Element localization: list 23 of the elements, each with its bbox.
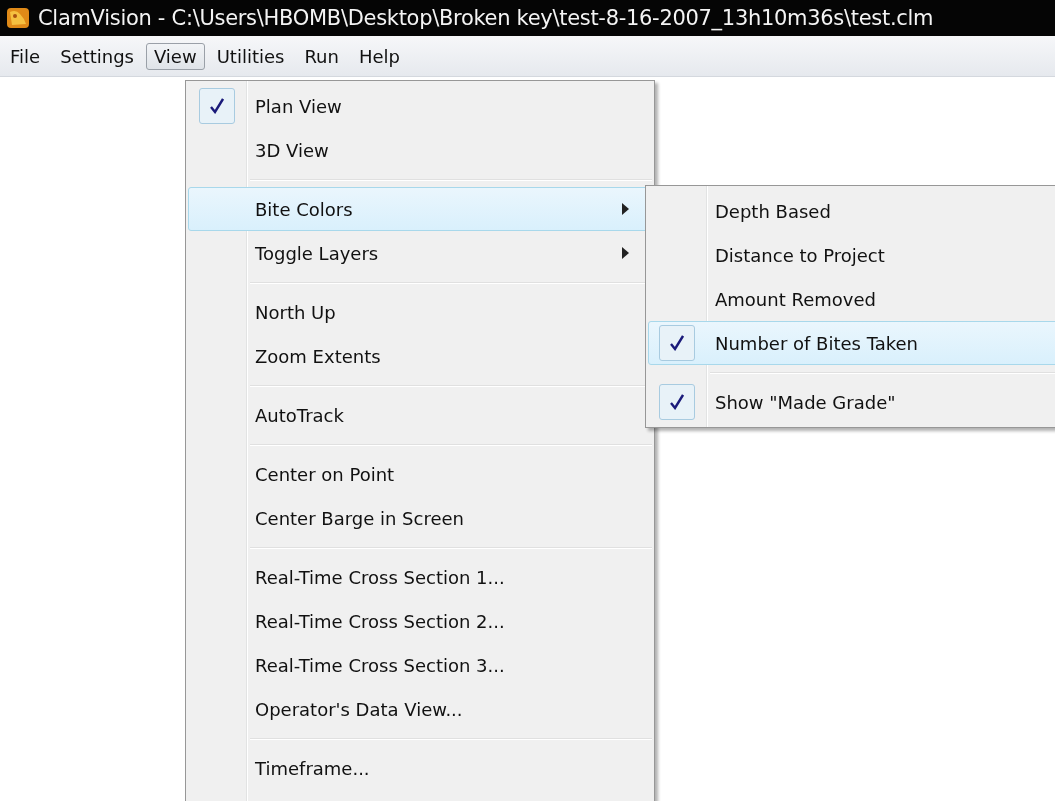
app-icon	[6, 6, 30, 30]
menu-bar-item[interactable]: File	[2, 42, 49, 70]
menu-item[interactable]: Show "Made Grade"	[648, 380, 1055, 424]
checkmark-icon	[210, 98, 224, 114]
menu-item[interactable]: Amount Removed	[648, 277, 1055, 321]
menu-item[interactable]: 3D View	[188, 128, 652, 172]
window-title: ClamVision - C:\Users\HBOMB\Desktop\Broken key\test-8-16-2007_13h10m36s\test.clm	[38, 6, 934, 30]
menu-item[interactable]: Center Barge in Screen	[188, 496, 652, 540]
menu-item[interactable]: Real-Time Cross Section 2...	[188, 599, 652, 643]
menu-item[interactable]: Center on Point	[188, 452, 652, 496]
menu-bar-item[interactable]: Utilities	[208, 42, 293, 70]
menu-item[interactable]: Real-Time Cross Section 1...	[188, 555, 652, 599]
menu-item[interactable]: Timeframe...	[188, 746, 652, 790]
checkmark-icon	[670, 394, 684, 410]
menu-bar-item[interactable]: Run	[296, 42, 347, 70]
menu-bar-item[interactable]: View	[145, 42, 205, 70]
menu-bar-item[interactable]: Help	[350, 42, 408, 70]
menu-bar-item[interactable]: Settings	[52, 42, 142, 70]
menu-item[interactable]: Operator's Data View...	[188, 687, 652, 731]
menu-item[interactable]: Plan View	[188, 84, 652, 128]
checkmark-icon	[670, 335, 684, 351]
menu-item[interactable]: Real-Time Cross Section 3...	[188, 643, 652, 687]
menu-item[interactable]: Number of Bites Taken	[648, 321, 1055, 365]
